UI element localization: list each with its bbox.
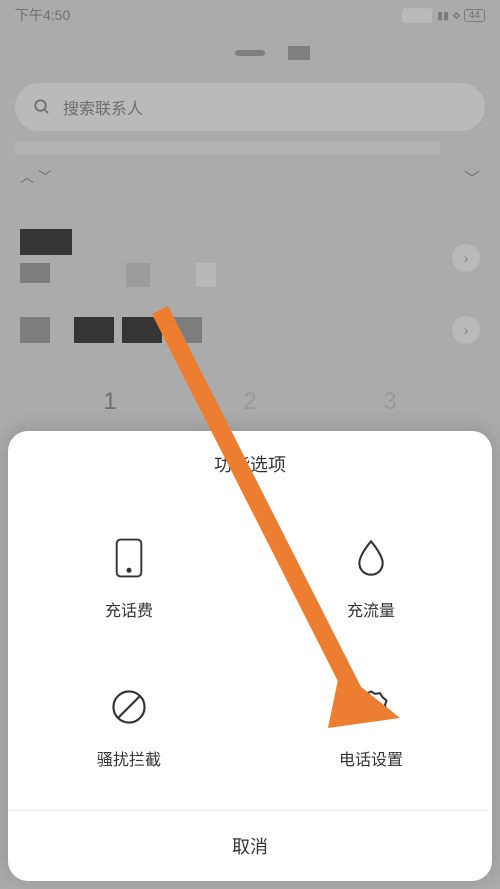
sheet-grid: 充话费 充流量 骚扰拦截 <box>8 507 492 805</box>
sheet-item-label: 充流量 <box>347 597 395 621</box>
sheet-item-label: 充话费 <box>105 597 153 621</box>
cancel-button[interactable]: 取消 <box>8 810 492 881</box>
phone-card-icon <box>108 537 150 579</box>
sheet-item-label: 电话设置 <box>339 746 403 770</box>
watermark: Baidu经验 <box>429 858 488 877</box>
sheet-item-recharge-phone[interactable]: 充话费 <box>8 507 250 656</box>
data-drop-icon <box>350 537 392 579</box>
sheet-item-spam-block[interactable]: 骚扰拦截 <box>8 656 250 805</box>
action-sheet: 功能选项 充话费 充流量 <box>8 431 492 881</box>
sheet-item-recharge-data[interactable]: 充流量 <box>250 507 492 656</box>
gear-icon <box>350 686 392 728</box>
sheet-item-label: 骚扰拦截 <box>97 746 161 770</box>
sheet-item-phone-settings[interactable]: 电话设置 <box>250 656 492 805</box>
sheet-title: 功能选项 <box>8 451 492 477</box>
block-icon <box>108 686 150 728</box>
